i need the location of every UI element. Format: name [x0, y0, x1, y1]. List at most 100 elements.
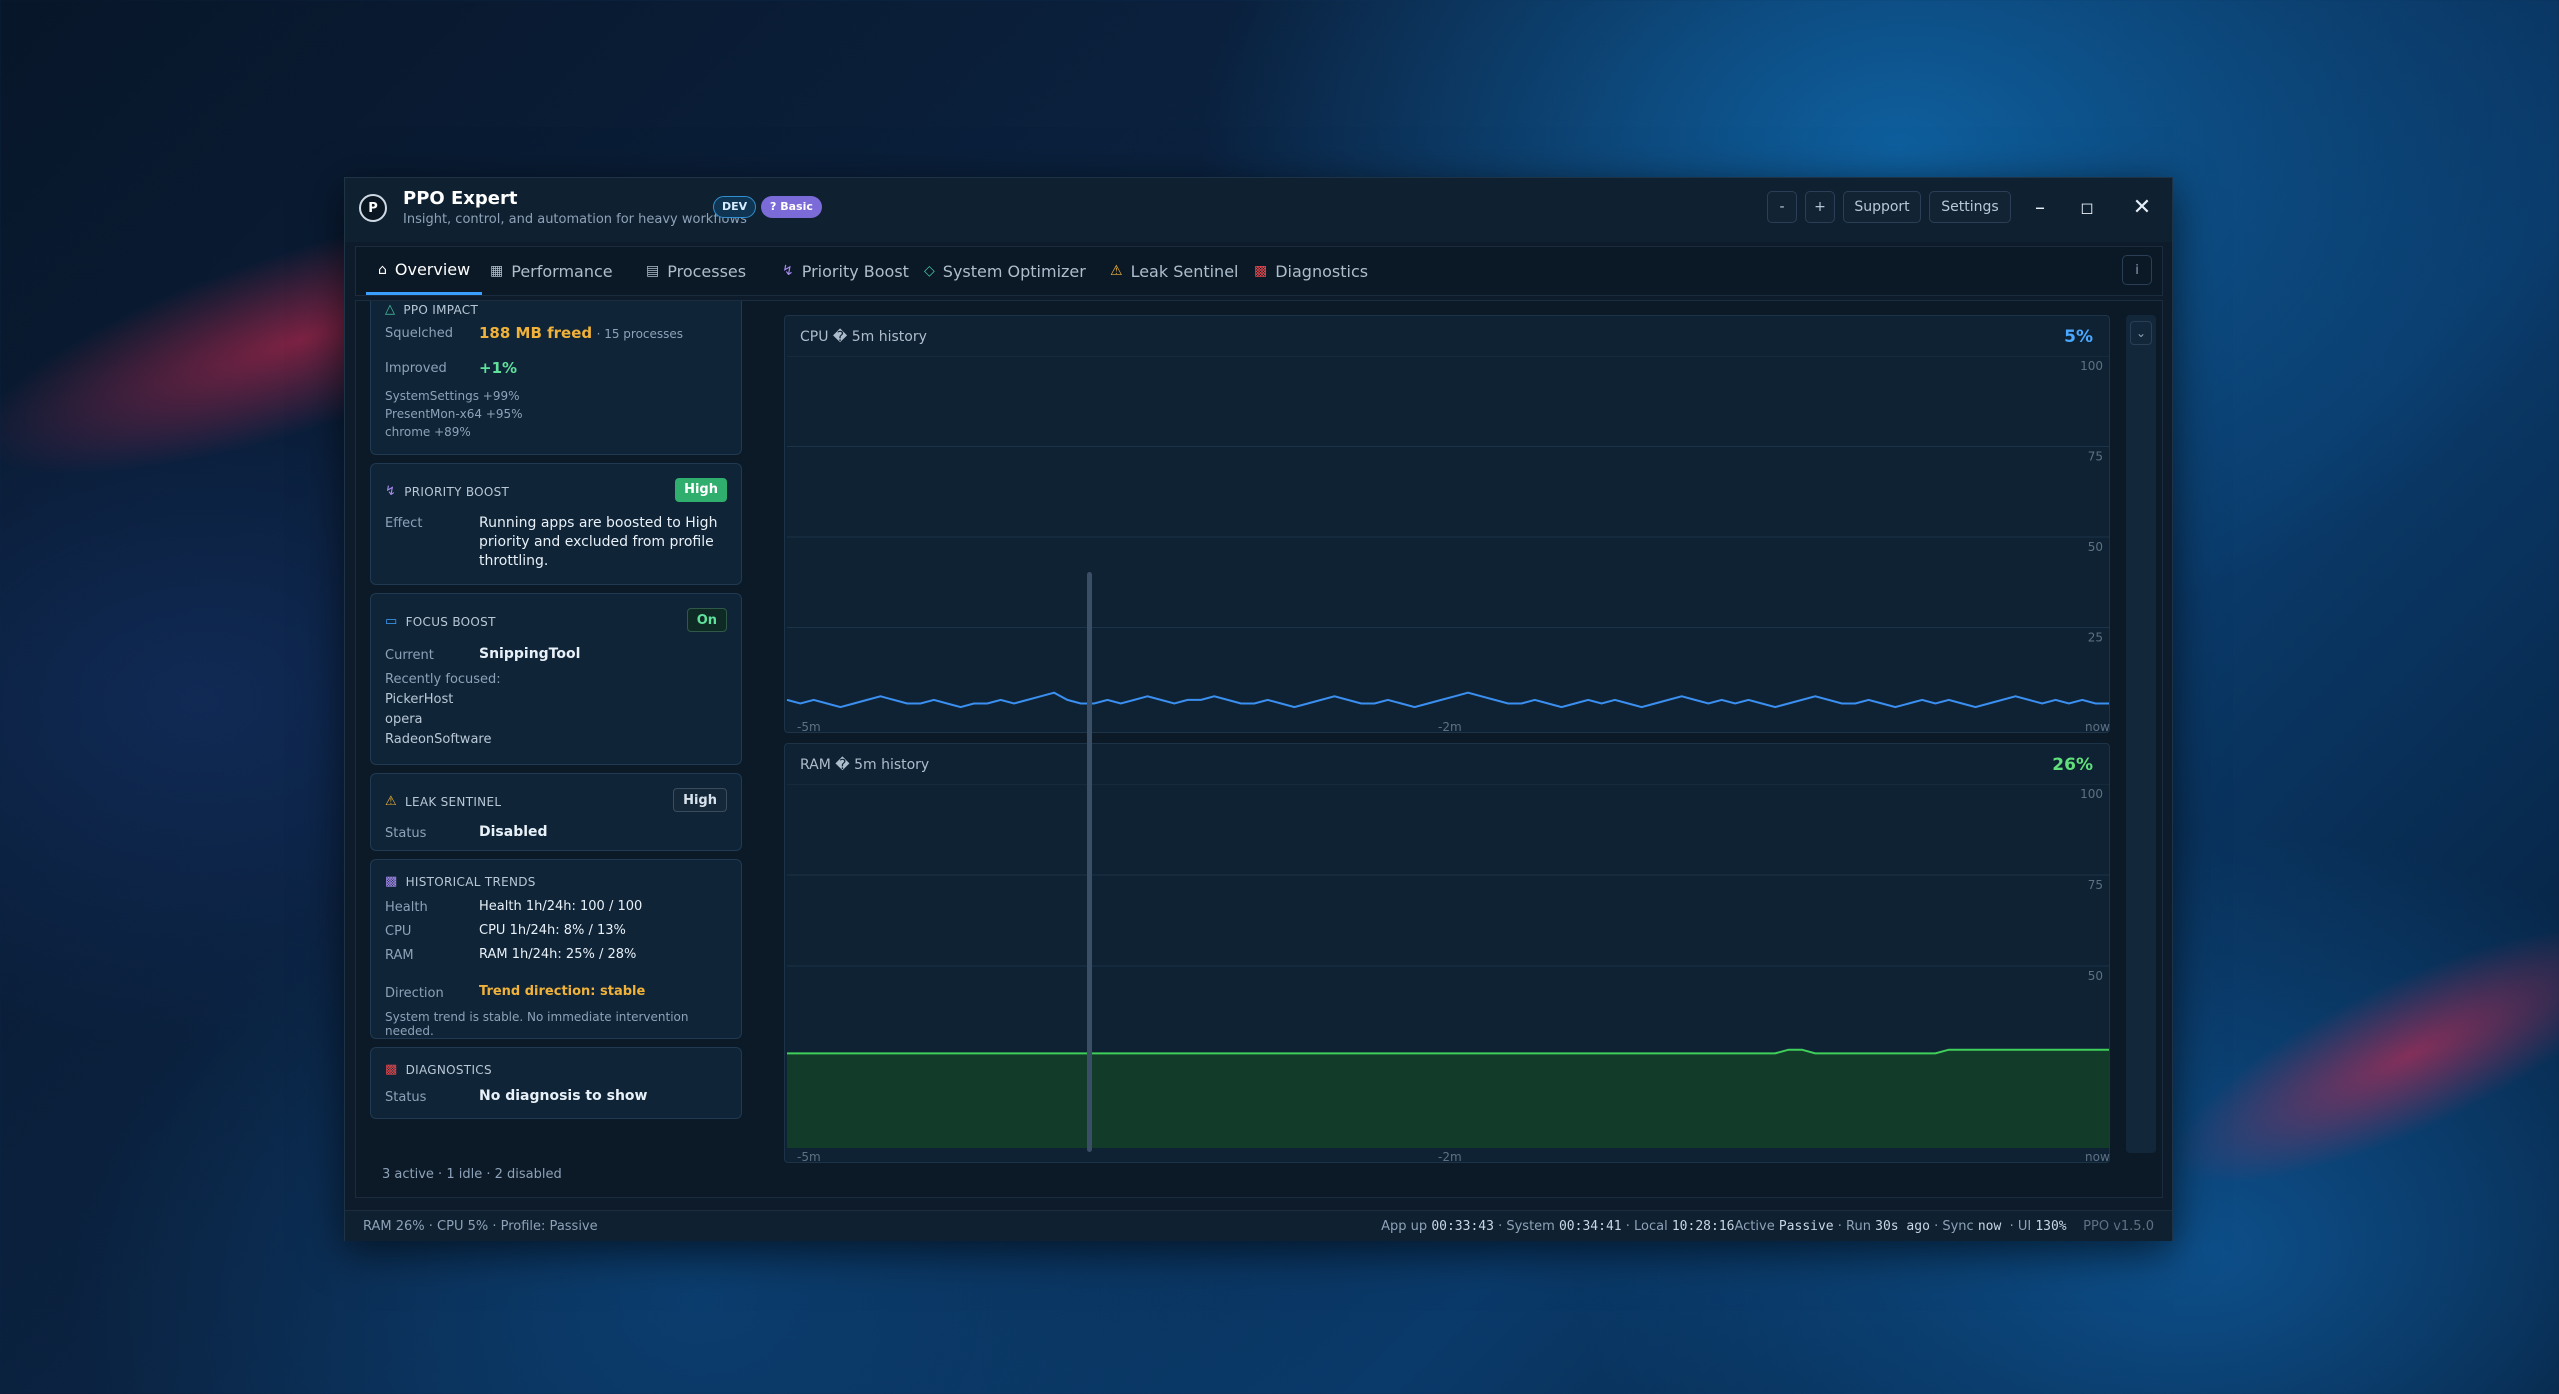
tab-priority-boost[interactable]: ↯ Priority Boost — [782, 247, 909, 295]
direction-label: Direction — [385, 986, 444, 1001]
status-bar: RAM 26% · CPU 5% · Profile: Passive App … — [345, 1210, 2172, 1241]
dev-badge: DEV — [713, 196, 757, 218]
basic-mode-badge[interactable]: ? Basic — [761, 196, 822, 218]
status-label: Status — [385, 1090, 427, 1105]
last-run: 30s ago — [1875, 1219, 1930, 1234]
leak-sentinel-header: ⚠ LEAK SENTINEL — [385, 794, 502, 809]
warning-icon: ⚠ — [1110, 263, 1123, 279]
priority-boost-card: ↯ PRIORITY BOOST High Effect Running apps… — [370, 463, 742, 585]
cpu-ytick-label: 50 — [2088, 540, 2103, 554]
status-label: Status — [385, 826, 427, 841]
health-label: Health — [385, 900, 428, 915]
minimize-icon[interactable]: – — [2025, 192, 2055, 222]
historical-trends-card: ▩ HISTORICAL TRENDS Health Health 1h/24h:… — [370, 859, 742, 1039]
health-value: Health 1h/24h: 100 / 100 — [479, 899, 643, 914]
effect-label: Effect — [385, 516, 423, 531]
app-version: PPO v1.5.0 — [2083, 1219, 2154, 1234]
sync-status: now — [1977, 1219, 2002, 1234]
cpu-ytick-label: 75 — [2088, 450, 2103, 464]
left-scrollbar[interactable] — [1087, 572, 1092, 1152]
leak-sentinel-card: ⚠ LEAK SENTINEL High Status Disabled — [370, 773, 742, 851]
focus-boost-badge: On — [686, 608, 727, 632]
gamepad-icon: ◇ — [924, 263, 935, 279]
zoom-out-button[interactable]: - — [1767, 191, 1797, 223]
cpu-chart-plot: 100 75 50 25 -5m -2m now — [786, 356, 2110, 734]
ram-area-fill — [787, 1049, 2109, 1148]
right-panel-rail: ⌄ — [2126, 315, 2156, 1153]
ram-series-line — [787, 1048, 2109, 1055]
home-icon: ⌂ — [378, 261, 387, 278]
info-button[interactable]: i — [2122, 255, 2152, 285]
cpu-trend-value: CPU 1h/24h: 8% / 13% — [479, 923, 626, 938]
status-card-list[interactable]: △ PPO IMPACT Squelched 188 MB freed · 15 … — [370, 301, 754, 1153]
app-logo-icon: P — [359, 194, 387, 222]
ram-current-value: 26% — [2052, 755, 2093, 775]
cpu-label: CPU — [385, 924, 412, 939]
leak-sentinel-badge: High — [673, 788, 727, 812]
impact-item: PresentMon-x64 +95% — [385, 407, 523, 421]
diagnostics-status-value: No diagnosis to show — [479, 1088, 648, 1104]
close-icon[interactable]: ✕ — [2127, 192, 2157, 222]
ram-xtick-label: -2m — [1438, 1150, 1462, 1164]
tab-diagnostics[interactable]: ▩ Diagnostics — [1254, 247, 1368, 295]
bolt-icon: ↯ — [782, 263, 794, 279]
focus-boost-card: ▭ FOCUS BOOST On Current SnippingTool Rec… — [370, 593, 742, 765]
title-bar[interactable]: P PPO Expert Insight, control, and autom… — [345, 178, 2172, 242]
monitor-icon: ▭ — [385, 614, 398, 629]
chart-icon: ▦ — [490, 263, 504, 279]
ppo-impact-header: △ PPO IMPACT — [385, 302, 479, 317]
status-summary: RAM 26% · CPU 5% · Profile: Passive — [363, 1219, 598, 1234]
support-button[interactable]: Support — [1843, 191, 1921, 223]
tab-performance[interactable]: ▦ Performance — [490, 247, 613, 295]
recent-label: Recently focused: — [385, 672, 501, 687]
improved-value: +1% — [479, 359, 518, 377]
bar-chart-icon: ▩ — [385, 874, 398, 889]
trend-note: System trend is stable. No immediate int… — [385, 1010, 689, 1038]
zoom-in-button[interactable]: + — [1805, 191, 1835, 223]
current-value: SnippingTool — [479, 646, 581, 662]
ram-label: RAM — [385, 948, 414, 963]
cpu-chart-title: CPU � 5m history — [800, 329, 927, 345]
app-subtitle: Insight, control, and automation for hea… — [403, 212, 747, 227]
maximize-icon[interactable]: ◻ — [2072, 192, 2102, 222]
tab-system-optimizer[interactable]: ◇ System Optimizer — [924, 247, 1086, 295]
tab-bar: ⌂ Overview ▦ Performance ▤ Processes ↯ Prior… — [355, 246, 2163, 296]
effect-value: Running apps are boosted to High priorit… — [479, 515, 718, 569]
ram-chart-plot: 100755025-5m-2mnow — [787, 784, 2110, 1164]
tab-leak-sentinel[interactable]: ⚠ Leak Sentinel — [1110, 247, 1238, 295]
app-uptime: 00:33:43 — [1431, 1219, 1494, 1234]
ram-ytick-label: 75 — [2088, 878, 2103, 892]
settings-button[interactable]: Settings — [1929, 191, 2011, 223]
impact-item: chrome +89% — [385, 425, 471, 439]
cpu-current-value: 5% — [2064, 327, 2093, 347]
ram-chart-title: RAM � 5m history — [800, 757, 930, 773]
direction-value: Trend direction: stable — [479, 984, 646, 999]
bolt-icon: ↯ — [385, 484, 397, 499]
tab-overview[interactable]: ⌂ Overview — [366, 247, 483, 295]
system-uptime: 00:34:41 — [1558, 1219, 1622, 1234]
recent-item: RadeonSoftware — [385, 732, 492, 747]
ram-xtick-label: -5m — [797, 1150, 821, 1164]
focus-boost-header: ▭ FOCUS BOOST — [385, 614, 496, 629]
cpu-series-line — [786, 691, 2109, 709]
service-summary: 3 active · 1 idle · 2 disabled — [382, 1167, 562, 1182]
current-label: Current — [385, 648, 434, 663]
diagnostics-icon: ▩ — [385, 1062, 398, 1077]
impact-icon: △ — [385, 302, 396, 317]
diagnostics-card: ▩ DIAGNOSTICS Status No diagnosis to show — [370, 1047, 742, 1119]
ppo-impact-card: △ PPO IMPACT Squelched 188 MB freed · 15 … — [370, 301, 742, 455]
tab-processes[interactable]: ▤ Processes — [646, 247, 746, 295]
ram-ytick-label: 50 — [2088, 969, 2103, 983]
status-details: App up 00:33:43 · System 00:34:41 · Loca… — [1381, 1219, 2154, 1234]
ui-scale: 130% — [2035, 1219, 2067, 1234]
ram-history-chart: RAM � 5m history 26% 100755025-5m-2mnow — [784, 743, 2110, 1164]
ram-ytick-label: 100 — [2080, 787, 2103, 801]
background-nebula — [2142, 877, 2559, 1233]
cpu-ytick-label: 25 — [2088, 631, 2103, 645]
ram-trend-value: RAM 1h/24h: 25% / 28% — [479, 947, 637, 962]
document-icon: ▤ — [646, 263, 660, 279]
chevron-down-icon[interactable]: ⌄ — [2130, 321, 2152, 345]
active-profile: Passive — [1778, 1219, 1834, 1234]
historical-trends-header: ▩ HISTORICAL TRENDS — [385, 874, 536, 889]
app-window: P PPO Expert Insight, control, and autom… — [344, 177, 2173, 1241]
